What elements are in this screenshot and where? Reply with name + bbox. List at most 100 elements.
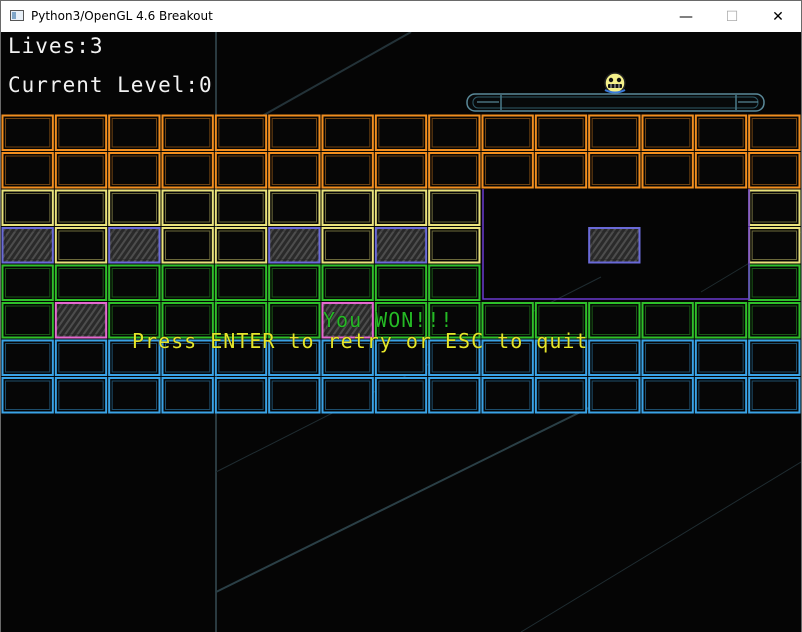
game-viewport[interactable]: Lives:3 Current Level:0 You WON!!! Press…	[1, 32, 801, 632]
brick-blue	[641, 377, 694, 414]
brick-yellow	[268, 189, 321, 226]
brick-orange	[54, 152, 108, 189]
brick-green	[214, 264, 268, 301]
brick-orange	[268, 152, 321, 189]
lives-label: Lives:	[8, 34, 90, 58]
brick-yellow	[161, 227, 214, 264]
brick-orange	[214, 114, 268, 151]
brick-yellow	[161, 189, 214, 226]
brick-yellow	[748, 227, 801, 264]
brick-orange	[1, 152, 54, 189]
brick-blue	[54, 339, 108, 376]
brick-yellow	[374, 189, 428, 226]
brick-orange	[321, 114, 374, 151]
brick-blue	[481, 377, 534, 414]
brick-green	[161, 264, 214, 301]
brick-blue	[108, 377, 161, 414]
brick-green	[641, 302, 694, 339]
brick-orange	[214, 152, 268, 189]
brick-blue	[588, 339, 641, 376]
solid-brick	[268, 227, 321, 264]
maximize-button[interactable]: ☐	[709, 1, 755, 32]
brick-blue	[268, 377, 321, 414]
brick-orange	[481, 114, 534, 151]
brick-orange	[694, 152, 748, 189]
lives-value: 3	[89, 34, 104, 58]
level-display: Current Level:0	[8, 73, 213, 97]
brick-orange	[108, 152, 161, 189]
brick-orange	[694, 114, 748, 151]
app-window-icon	[10, 10, 24, 21]
brick-orange	[428, 152, 481, 189]
brick-orange	[374, 152, 428, 189]
brick-green	[748, 264, 801, 301]
brick-orange	[161, 114, 214, 151]
brick-yellow	[428, 189, 481, 226]
brick-blue	[748, 339, 801, 376]
brick-yellow	[54, 189, 108, 226]
brick-blue	[694, 377, 748, 414]
brick-orange	[534, 152, 588, 189]
brick-blue	[374, 377, 428, 414]
brick-green	[374, 264, 428, 301]
brick-yellow	[748, 189, 801, 226]
solid-brick	[374, 227, 428, 264]
brick-yellow	[1, 189, 54, 226]
brick-orange	[374, 114, 428, 151]
brick-blue	[1, 339, 54, 376]
brick-orange	[268, 114, 321, 151]
brick-yellow	[214, 189, 268, 226]
brick-orange	[748, 114, 801, 151]
brick-orange	[588, 114, 641, 151]
brick-blue	[161, 377, 214, 414]
brick-blue	[428, 377, 481, 414]
game-window: Python3/OpenGL 4.6 Breakout — ☐ ✕ Lives:…	[0, 0, 802, 632]
brick-green	[694, 302, 748, 339]
brick-yellow	[108, 189, 161, 226]
brick-blue	[748, 377, 801, 414]
brick-green	[748, 302, 801, 339]
solid-brick	[1, 227, 54, 264]
brick-blue	[534, 377, 588, 414]
minimize-button[interactable]: —	[663, 1, 709, 32]
window-title: Python3/OpenGL 4.6 Breakout	[31, 9, 213, 23]
solid-brick	[54, 302, 108, 339]
brick-blue	[694, 339, 748, 376]
brick-yellow	[321, 189, 374, 226]
brick-blue	[588, 377, 641, 414]
lives-display: Lives:3	[8, 34, 104, 58]
brick-orange	[641, 114, 694, 151]
brick-orange	[1, 114, 54, 151]
close-button[interactable]: ✕	[755, 1, 801, 32]
title-bar[interactable]: Python3/OpenGL 4.6 Breakout — ☐ ✕	[1, 1, 801, 32]
brick-orange	[321, 152, 374, 189]
brick-grid	[1, 114, 801, 414]
solid-brick	[108, 227, 161, 264]
brick-green	[268, 264, 321, 301]
retry-prompt: Press ENTER to retry or ESC to quit	[132, 329, 589, 353]
brick-yellow	[54, 227, 108, 264]
brick-orange	[588, 152, 641, 189]
brick-green	[588, 302, 641, 339]
level-value: 0	[199, 73, 213, 97]
level-label: Current Level:	[8, 73, 200, 97]
ball	[604, 72, 626, 94]
brick-blue	[641, 339, 694, 376]
brick-yellow	[214, 227, 268, 264]
brick-blue	[321, 377, 374, 414]
brick-orange	[54, 114, 108, 151]
player-paddle	[466, 93, 765, 112]
brick-orange	[534, 114, 588, 151]
brick-blue	[1, 377, 54, 414]
brick-green	[1, 264, 54, 301]
brick-orange	[108, 114, 161, 151]
brick-green	[54, 264, 108, 301]
brick-orange	[161, 152, 214, 189]
solid-brick	[588, 227, 641, 264]
brick-orange	[481, 152, 534, 189]
brick-green	[108, 264, 161, 301]
brick-green	[1, 302, 54, 339]
brick-orange	[428, 114, 481, 151]
brick-yellow	[428, 227, 481, 264]
brick-blue	[214, 377, 268, 414]
